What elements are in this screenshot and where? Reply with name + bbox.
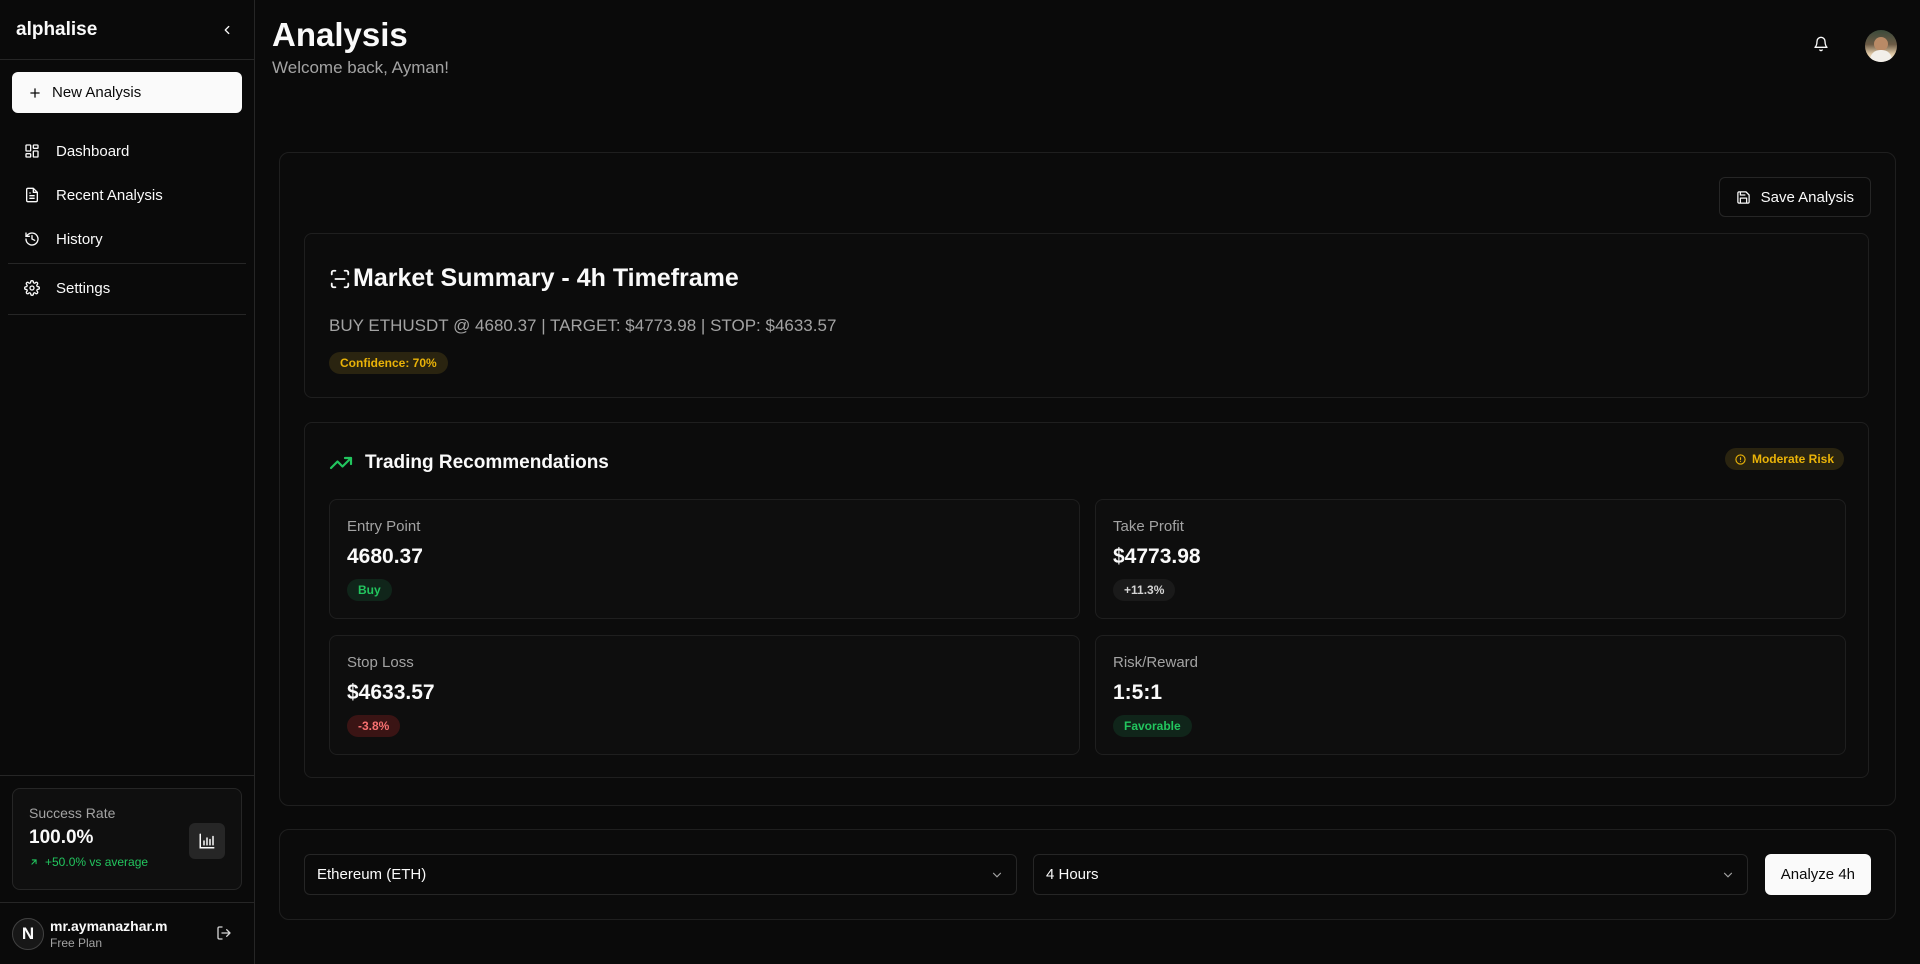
logout-icon (217, 926, 231, 940)
avatar-body (1870, 50, 1892, 62)
main-content: Analysis Welcome back, Ayman! Save Analy… (255, 0, 1920, 964)
recommendations-title: Trading Recommendations (329, 451, 609, 475)
market-summary-signal: BUY ETHUSDT @ 4680.37 | TARGET: $4773.98… (329, 316, 837, 335)
entry-point-card: Entry Point 4680.37 Buy (329, 499, 1080, 619)
brand-logo: alphalise (16, 18, 98, 40)
app-root: alphalise New Analysis Dashboard Recent … (0, 0, 1920, 964)
rec-value: 4680.37 (347, 545, 423, 568)
sidebar-item-label: History (56, 230, 103, 248)
history-icon (25, 232, 39, 246)
rec-badge: Favorable (1113, 715, 1192, 737)
market-summary-title-text: Market Summary - 4h Timeframe (353, 264, 739, 292)
footer-divider (0, 775, 254, 776)
market-summary-card: Market Summary - 4h Timeframe BUY ETHUSD… (304, 233, 1869, 398)
rec-label: Risk/Reward (1113, 654, 1199, 671)
rec-label: Stop Loss (347, 654, 414, 671)
rec-badge: -3.8% (347, 715, 401, 737)
user-info: mr.aymanazhar.m Free Plan (50, 918, 168, 950)
asset-select[interactable]: Ethereum (ETH) (304, 854, 1017, 895)
timeframe-select[interactable]: 4 Hours (1033, 854, 1748, 895)
sidebar-item-settings[interactable]: Settings (8, 266, 246, 310)
scan-icon (330, 269, 350, 288)
user-profile[interactable]: N mr.aymanazhar.m Free Plan (0, 902, 254, 964)
timeframe-select-value: 4 Hours (1046, 866, 1099, 883)
save-icon (1736, 190, 1750, 204)
user-avatar[interactable] (1865, 30, 1897, 62)
alert-circle-icon (1735, 453, 1746, 465)
risk-reward-card: Risk/Reward 1:5:1 Favorable (1095, 635, 1846, 755)
stat-delta-text: +50.0% vs average (45, 855, 149, 869)
rec-badge: Buy (347, 579, 392, 601)
trading-recommendations-card: Trading Recommendations Moderate Risk En… (304, 422, 1869, 778)
arrow-up-right-icon (31, 859, 37, 865)
rec-label: Entry Point (347, 518, 421, 535)
save-analysis-label: Save Analysis (1760, 188, 1854, 206)
chevron-left-icon (224, 25, 230, 34)
sidebar-item-label: Settings (56, 279, 111, 297)
chevron-down-icon (1723, 872, 1733, 878)
notifications-button[interactable] (1813, 36, 1833, 56)
stat-label: Success Rate (29, 805, 116, 821)
confidence-badge: Confidence: 70% (329, 352, 448, 374)
analysis-panel: Save Analysis Market Summary - 4h Timefr… (279, 152, 1896, 806)
risk-badge-text: Moderate Risk (1751, 452, 1834, 466)
analyze-button[interactable]: Analyze 4h (1764, 854, 1871, 895)
bar-chart-icon (199, 833, 215, 849)
sidebar-footer: Success Rate 100.0% +50.0% vs average N … (0, 775, 254, 964)
new-analysis-button[interactable]: New Analysis (12, 72, 242, 113)
avatar-face (1874, 37, 1888, 51)
chevron-down-icon (992, 872, 1002, 878)
save-analysis-button[interactable]: Save Analysis (1718, 177, 1871, 217)
take-profit-card: Take Profit $4773.98 +11.3% (1095, 499, 1846, 619)
nav-divider (8, 314, 246, 315)
page-title: Analysis (272, 16, 408, 53)
rec-value: $4773.98 (1113, 545, 1201, 568)
file-icon (26, 187, 38, 203)
sidebar-header: alphalise (0, 0, 254, 60)
plus-icon (30, 87, 40, 98)
page-subtitle: Welcome back, Ayman! (272, 58, 450, 77)
rec-value: $4633.57 (347, 681, 435, 704)
grid-icon (25, 144, 39, 158)
user-name: mr.aymanazhar.m (50, 917, 168, 934)
user-plan: Free Plan (50, 935, 103, 950)
sidebar-item-dashboard[interactable]: Dashboard (8, 129, 246, 173)
sidebar: alphalise New Analysis Dashboard Recent … (0, 0, 255, 964)
rec-value: 1:5:1 (1113, 681, 1163, 704)
nav-divider (8, 263, 246, 264)
bell-icon (1814, 36, 1828, 52)
logout-button[interactable] (216, 925, 232, 946)
market-summary-title: Market Summary - 4h Timeframe (329, 264, 739, 293)
asset-select-value: Ethereum (ETH) (317, 866, 427, 883)
success-rate-card: Success Rate 100.0% +50.0% vs average (12, 788, 242, 890)
risk-badge: Moderate Risk (1724, 448, 1844, 470)
stop-loss-card: Stop Loss $4633.57 -3.8% (329, 635, 1080, 755)
rec-badge: +11.3% (1113, 579, 1176, 601)
stat-chart-button (189, 823, 225, 859)
gear-icon (24, 280, 40, 296)
recommendations-title-text: Trading Recommendations (365, 452, 609, 473)
avatar: N (12, 917, 44, 950)
rec-label: Take Profit (1113, 518, 1184, 535)
new-analysis-label: New Analysis (52, 84, 142, 101)
sidebar-item-history[interactable]: History (8, 217, 246, 261)
collapse-sidebar-button[interactable] (216, 19, 238, 41)
analysis-controls: Ethereum (ETH) 4 Hours Analyze 4h (279, 829, 1896, 920)
sidebar-item-recent-analysis[interactable]: Recent Analysis (8, 173, 246, 217)
sidebar-nav: Dashboard Recent Analysis History Settin… (0, 129, 254, 315)
sidebar-item-label: Dashboard (56, 142, 130, 160)
trending-up-icon (329, 456, 353, 470)
sidebar-item-label: Recent Analysis (56, 186, 163, 204)
